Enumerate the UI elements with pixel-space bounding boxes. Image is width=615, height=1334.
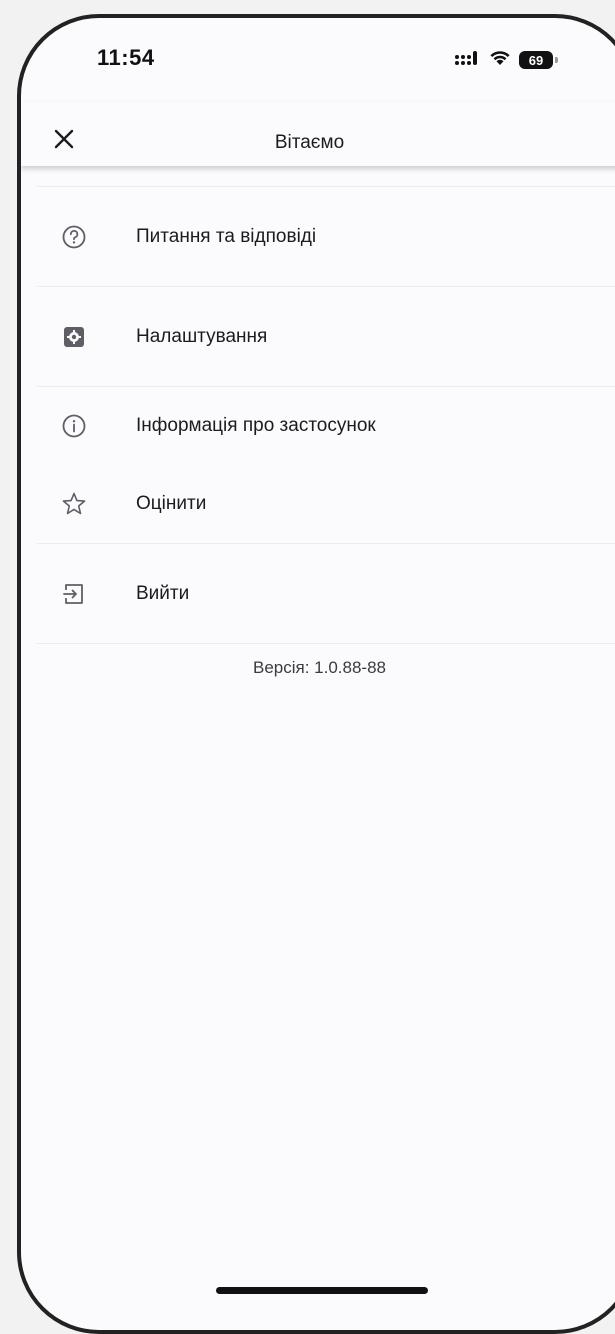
wifi-icon [489, 49, 511, 71]
menu-item-label: Налаштування [136, 325, 268, 347]
status-time: 11:54 [97, 45, 155, 70]
page-title: Вітаємо [274, 132, 345, 153]
menu-item-label: Оцінити [136, 493, 207, 514]
menu-item-label: Питання та відповіді [136, 225, 317, 247]
menu-item-label: Вийти [136, 582, 190, 604]
phone-screen: 11:54 69 Вітаємо Питання та відповіді На… [17, 14, 615, 1334]
logout-icon [61, 581, 87, 607]
menu-item-logout[interactable]: Вийти [21, 544, 615, 643]
app-header: Вітаємо [21, 102, 615, 166]
help-circle-icon [61, 224, 87, 250]
status-bar: 11:54 69 [21, 18, 615, 98]
app-version: Версія: 1.0.88-88 [252, 658, 386, 677]
menu-item-faq[interactable]: Питання та відповіді [21, 187, 615, 286]
battery-icon: 69 [519, 51, 558, 69]
star-outline-icon [61, 491, 87, 517]
cellular-signal-icon [455, 50, 481, 71]
menu-list: Питання та відповіді Налаштування Інформ… [21, 186, 615, 678]
menu-item-app-info[interactable]: Інформація про застосунок [21, 387, 615, 465]
status-icons: 69 [455, 49, 558, 71]
home-indicator[interactable] [216, 1287, 428, 1294]
divider [37, 643, 615, 644]
battery-level: 69 [528, 52, 544, 68]
battery-tip [555, 57, 558, 63]
menu-item-settings[interactable]: Налаштування [21, 287, 615, 386]
settings-gear-icon [61, 324, 87, 350]
info-circle-icon [61, 413, 87, 439]
menu-item-rate[interactable]: Оцінити [21, 465, 615, 543]
menu-item-label: Інформація про застосунок [136, 415, 376, 436]
